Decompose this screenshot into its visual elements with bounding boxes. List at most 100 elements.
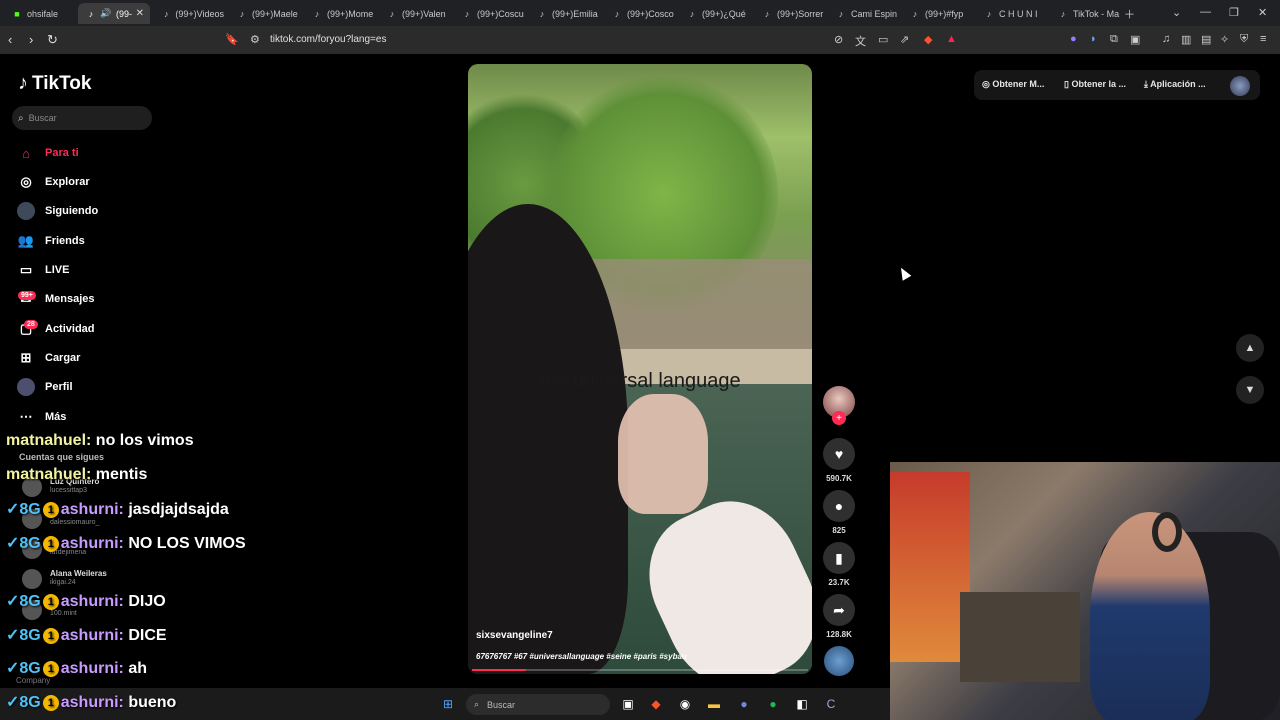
sidebar-item-friends[interactable]: 👥 Friends	[16, 230, 85, 252]
video-caption[interactable]: 67676767 #67 #universallanguage #seine #…	[476, 652, 687, 661]
menu-icon[interactable]: ≡	[1260, 33, 1266, 45]
browser-tab[interactable]: ♪ (99+)Emilia	[529, 3, 599, 24]
following-account[interactable]: Alana Weileras ikigai.24	[22, 566, 202, 592]
sidebar-item-para-ti[interactable]: ⌂ Para ti	[16, 142, 79, 164]
browser-tab[interactable]: ■ ohsifale	[4, 3, 74, 24]
more-icon: ⋯	[19, 409, 33, 424]
like-action[interactable]: ♥ 590.7K	[822, 438, 856, 483]
taskbar-search-input[interactable]: ⌕ Buscar	[466, 694, 610, 715]
music-disc-icon[interactable]	[824, 646, 854, 676]
share-icon[interactable]: ⇗	[900, 33, 909, 46]
browser-tab[interactable]: ♪ (99+)¿Qué	[679, 3, 749, 24]
extension-icon[interactable]: ●	[1070, 33, 1077, 45]
get-app-button[interactable]: ▯ Obtener la ...	[1064, 79, 1126, 90]
video-username[interactable]: sixsevangeline7	[476, 630, 553, 641]
obs-icon[interactable]: ◉	[677, 696, 693, 712]
sidebar-icon[interactable]: ▥	[1181, 33, 1191, 46]
previous-video-button[interactable]: ▲	[1236, 334, 1264, 362]
wallet-icon[interactable]: ▤	[1201, 33, 1211, 46]
account-handle: dalessiomauro_	[50, 519, 100, 526]
translate-icon[interactable]: 文	[855, 33, 866, 49]
vpn-icon[interactable]: ⛨	[1240, 33, 1248, 46]
bookmark-icon[interactable]: ▮	[823, 542, 855, 574]
brave-rewards-icon[interactable]: ▲	[946, 33, 957, 45]
task-view-icon[interactable]: ▣	[620, 696, 636, 712]
chat-message: ✓8G 1 ashurni: bueno	[6, 692, 176, 712]
next-video-button[interactable]: ▼	[1236, 376, 1264, 404]
sidebar-item-label: Más	[45, 411, 67, 423]
profile-avatar[interactable]	[1230, 76, 1250, 96]
brave-browser-icon[interactable]: ◆	[648, 696, 664, 712]
tiktok-logo[interactable]: ♪ TikTok	[18, 72, 91, 95]
browser-tab[interactable]: ♪ (99+)Mome	[304, 3, 374, 24]
video-player[interactable]: the universal language sixsevangeline7 6…	[468, 64, 812, 674]
video-progress-bar[interactable]	[472, 669, 808, 671]
site-info-icon[interactable]: ⚙	[250, 33, 260, 46]
get-coins-button[interactable]: ◎ Obtener M...	[982, 79, 1044, 90]
sidebar-item-perfil[interactable]: Perfil	[16, 376, 73, 398]
music-icon[interactable]: ♫	[1162, 33, 1170, 45]
windows-start-icon[interactable]: ⊞	[440, 696, 456, 712]
tab-label: (99+)Sorrer	[777, 8, 824, 19]
account-name: Alana Weileras	[50, 569, 107, 578]
verified-badge-icon: ✓8G	[6, 535, 41, 552]
brave-shield-icon[interactable]: ◆	[924, 33, 932, 46]
share-action[interactable]: ➦ 128.8K	[822, 594, 856, 639]
browser-tab[interactable]: ♪ Cami Espin	[828, 3, 898, 24]
sidebar-item-cargar[interactable]: ⊞ Cargar	[16, 347, 81, 369]
cast-icon[interactable]: ▭	[878, 33, 888, 46]
browser-tab[interactable]: ♪ (99+)Valen	[379, 3, 449, 24]
browser-tab[interactable]: ♪ (99+)Videos	[154, 3, 224, 24]
browser-tab[interactable]: ♪ C H U N I	[976, 3, 1046, 24]
audio-extension-icon[interactable]: ◗	[1090, 33, 1097, 45]
address-bar[interactable]: tiktok.com/foryou?lang=es	[270, 34, 386, 45]
muted-icon[interactable]: ⊘	[834, 33, 843, 46]
reload-icon[interactable]: ↻	[47, 32, 58, 48]
browser-tab[interactable]: ♪ (99+)Maele	[229, 3, 299, 24]
tiktok-icon: ♪	[614, 8, 620, 19]
discord-icon[interactable]: ●	[736, 696, 752, 712]
browser-tab[interactable]: ♪ (99+)#fyp	[902, 3, 972, 24]
download-app-button[interactable]: ⤓ Aplicación ...	[1144, 79, 1206, 90]
sidebar-item-siguiendo[interactable]: Siguiendo	[16, 200, 98, 222]
tab-search-chevron-icon[interactable]: ⌄	[1172, 6, 1181, 19]
maximize-button[interactable]: ❐	[1229, 6, 1239, 19]
tiktok-icon: ♪	[389, 8, 395, 19]
app-c-icon[interactable]: C	[823, 696, 839, 712]
close-icon[interactable]: ✕	[136, 8, 144, 19]
back-icon[interactable]: ‹	[8, 32, 12, 47]
capcut-icon[interactable]: ◧	[794, 696, 810, 712]
save-action[interactable]: ▮ 23.7K	[822, 542, 856, 587]
browser-tab[interactable]: ♪ TikTok - Ma	[1050, 3, 1120, 24]
verified-badge-icon: ✓8G	[6, 694, 41, 711]
spotify-icon[interactable]: ●	[765, 696, 781, 712]
heart-icon[interactable]: ♥	[823, 438, 855, 470]
new-tab-button[interactable]: ＋	[1124, 6, 1135, 22]
browser-tab[interactable]: ♪ (99+)Cosco	[604, 3, 674, 24]
follow-plus-icon[interactable]: +	[832, 411, 846, 425]
share-arrow-icon[interactable]: ➦	[823, 594, 855, 626]
puzzle-extensions-icon[interactable]: ⧉	[1110, 33, 1118, 46]
close-window-button[interactable]: ✕	[1258, 6, 1267, 19]
comment-icon[interactable]: ●	[823, 490, 855, 522]
sidebar-item-label: Explorar	[45, 176, 90, 188]
coin-badge-icon: 1	[42, 661, 59, 677]
sidebar-item-live[interactable]: ▭ LIVE	[16, 259, 70, 281]
tiktok-icon: ♪	[986, 8, 992, 19]
chevron-down-icon: ▼	[1244, 384, 1256, 396]
file-explorer-icon[interactable]: ▬	[706, 696, 722, 712]
minimize-button[interactable]: —	[1200, 6, 1211, 18]
browser-tab[interactable]: ♪ (99+)Coscu	[454, 3, 524, 24]
comment-action[interactable]: ● 825	[822, 490, 856, 535]
avatar	[22, 569, 42, 589]
browser-tab[interactable]: ♪ (99+)Sorrer	[754, 3, 824, 24]
leo-ai-icon[interactable]: ✧	[1220, 33, 1229, 46]
chat-username: matnahuel:	[6, 466, 92, 483]
screenshot-icon[interactable]: ▣	[1130, 33, 1140, 46]
bookmark-icon[interactable]: 🔖	[225, 33, 239, 46]
browser-tab-active[interactable]: ♪ 🔊 (99- ✕	[78, 3, 150, 24]
sidebar-item-explorar[interactable]: ◎ Explorar	[16, 171, 90, 193]
forward-icon[interactable]: ›	[29, 32, 33, 47]
sidebar-item-mas[interactable]: ⋯ Más	[16, 406, 67, 428]
search-input[interactable]: ⌕ Buscar	[12, 106, 152, 130]
